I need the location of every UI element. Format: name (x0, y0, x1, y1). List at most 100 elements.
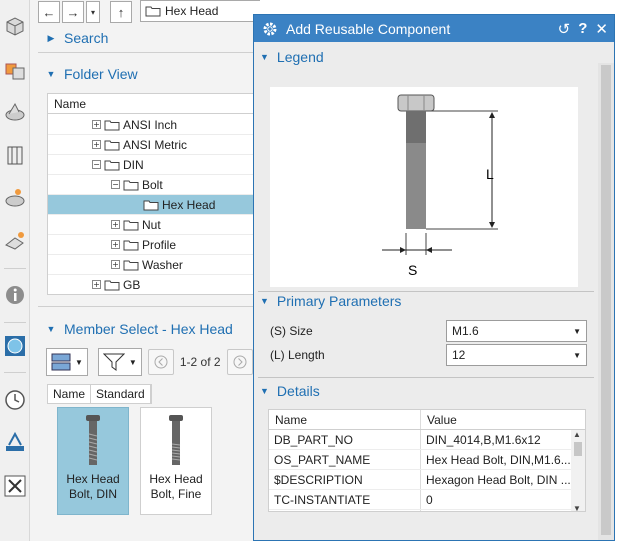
constraint-navigator-icon[interactable] (3, 100, 27, 124)
folder-icon (123, 260, 139, 270)
expand-icon[interactable]: + (111, 220, 120, 229)
details-name-cell: DB_PART_NO (269, 430, 421, 449)
dialog-title-bar[interactable]: Add Reusable Component ↺ ? ✕ (254, 15, 614, 42)
tree-node-label: GB (123, 277, 141, 292)
folder-icon (123, 220, 139, 230)
add-reusable-component-dialog: Add Reusable Component ↺ ? ✕ ▼ Legend L … (253, 14, 615, 541)
folder-icon (123, 180, 139, 190)
reuse-library-icon[interactable] (3, 143, 27, 167)
tree-node[interactable]: + Washer (48, 255, 259, 275)
tree-node[interactable]: + Profile (48, 235, 259, 255)
details-name-cell: TC-INSTANTIATE (269, 490, 421, 509)
primary-parameters-label: Primary Parameters (276, 293, 402, 309)
folder-icon (143, 200, 159, 210)
chevron-down-icon: ▼ (573, 350, 581, 360)
system-scenes-icon[interactable] (3, 430, 27, 454)
history-dropdown[interactable]: ▾ (86, 1, 100, 23)
navigator-toolbar: ← → ▾ ↑ (38, 0, 132, 24)
member-select-section-toggle[interactable]: ▼ Member Select - Hex Head (30, 316, 233, 342)
part-navigator-icon[interactable] (3, 14, 27, 38)
collapse-icon[interactable]: − (92, 160, 101, 169)
details-scrollbar[interactable]: ▲ ▼ (571, 430, 585, 511)
expanded-arrow-icon: ▼ (46, 69, 56, 79)
length-dim-label: L (486, 166, 494, 182)
expand-icon[interactable]: + (111, 240, 120, 249)
expand-icon[interactable]: + (92, 280, 101, 289)
legend-group-toggle[interactable]: ▼ Legend (260, 45, 324, 69)
length-value: 12 (452, 348, 466, 362)
tree-node-label: Washer (142, 257, 183, 272)
forward-button[interactable]: → (62, 1, 84, 23)
scroll-up-icon[interactable]: ▲ (573, 430, 581, 439)
size-select[interactable]: M1.6 ▼ (446, 320, 587, 342)
tree-node-label: DIN (123, 157, 144, 172)
roles-icon[interactable] (3, 334, 27, 358)
expanded-arrow-icon: ▼ (260, 386, 269, 396)
scroll-down-icon[interactable]: ▼ (573, 504, 581, 511)
next-page-button[interactable] (226, 349, 253, 375)
view-mode-dropdown[interactable]: ▼ (46, 348, 88, 376)
assembly-navigator-icon[interactable] (3, 58, 27, 82)
hex-bolt-thumbnail-icon (169, 415, 183, 465)
member-card[interactable]: Hex Head Bolt, DIN (57, 407, 129, 515)
expand-icon[interactable]: + (92, 140, 101, 149)
tools-icon[interactable] (3, 474, 27, 498)
primary-parameters-toggle[interactable]: ▼ Primary Parameters (260, 289, 401, 313)
search-section-toggle[interactable]: ▶ Search (30, 25, 109, 51)
details-column-value[interactable]: Value (421, 410, 571, 429)
tree-node[interactable]: + ANSI Inch (48, 115, 259, 135)
folder-icon (104, 120, 120, 130)
tree-node[interactable]: − DIN (48, 155, 259, 175)
back-button[interactable]: ← (38, 1, 60, 23)
page-indicator: 1-2 of 2 (179, 355, 221, 369)
legend-diagram: L S (270, 87, 578, 287)
tree-node[interactable]: + Nut (48, 215, 259, 235)
member-card-label: Hex Head Bolt, DIN (66, 472, 120, 501)
details-row[interactable]: TC-INSTANTIATE 0 (269, 490, 585, 510)
history-icon[interactable] (3, 388, 27, 412)
bolt-dimension-diagram: L S (382, 94, 498, 278)
member-column-name[interactable]: Name (48, 385, 92, 403)
collapse-icon[interactable]: − (111, 180, 120, 189)
size-label: (S) Size (270, 324, 313, 338)
tree-node[interactable]: + GB (48, 275, 259, 294)
details-row[interactable]: $DESCRIPTION Hexagon Head Bolt, DIN ... (269, 470, 585, 490)
tree-node[interactable]: Hex Head (48, 195, 259, 215)
next-icon (233, 355, 247, 369)
tree-node[interactable]: − Bolt (48, 175, 259, 195)
details-row[interactable]: OS_PART_NAME Hex Head Bolt, DIN,M1.6... (269, 450, 585, 470)
hd3d-tools-icon[interactable] (3, 186, 27, 210)
reset-icon[interactable]: ↺ (558, 20, 571, 38)
member-list-header: Name Standard (47, 384, 152, 404)
tree-node-label: Bolt (142, 177, 163, 192)
folder-view-section-toggle[interactable]: ▼ Folder View (30, 61, 138, 87)
tree-column-name[interactable]: Name (48, 94, 259, 114)
details-toggle[interactable]: ▼ Details (260, 379, 320, 403)
close-icon[interactable]: ✕ (595, 20, 608, 38)
up-folder-button[interactable]: ↑ (110, 1, 132, 23)
filter-dropdown[interactable]: ▼ (97, 348, 142, 376)
length-select[interactable]: 12 ▼ (446, 344, 587, 366)
thumbnail-view-icon (51, 353, 71, 371)
web-browser-icon[interactable] (3, 229, 27, 253)
previous-page-button[interactable] (147, 349, 174, 375)
details-name-cell: $DESCRIPTION (269, 470, 421, 489)
expand-icon[interactable]: + (111, 260, 120, 269)
dialog-scrollbar[interactable] (598, 63, 614, 540)
tree-node[interactable]: + ANSI Metric (48, 135, 259, 155)
path-field[interactable]: Hex Head (140, 0, 260, 22)
tree-node-label: ANSI Metric (123, 137, 188, 152)
folder-icon (104, 280, 120, 290)
details-column-name[interactable]: Name (269, 410, 421, 429)
member-select-label: Member Select - Hex Head (64, 321, 233, 337)
details-row[interactable]: THREADM1.6x0.35 (269, 510, 585, 511)
member-card[interactable]: Hex Head Bolt, Fine (140, 407, 212, 515)
details-row[interactable]: DB_PART_NO DIN_4014,B,M1.6x12 (269, 430, 585, 450)
details-table: Name Value DB_PART_NO DIN_4014,B,M1.6x12 O… (268, 409, 586, 512)
folder-icon (145, 6, 161, 17)
filter-icon (102, 353, 125, 371)
info-icon[interactable] (3, 283, 27, 307)
member-column-standard[interactable]: Standard (91, 385, 151, 403)
help-icon[interactable]: ? (578, 20, 587, 38)
expand-icon[interactable]: + (92, 120, 101, 129)
